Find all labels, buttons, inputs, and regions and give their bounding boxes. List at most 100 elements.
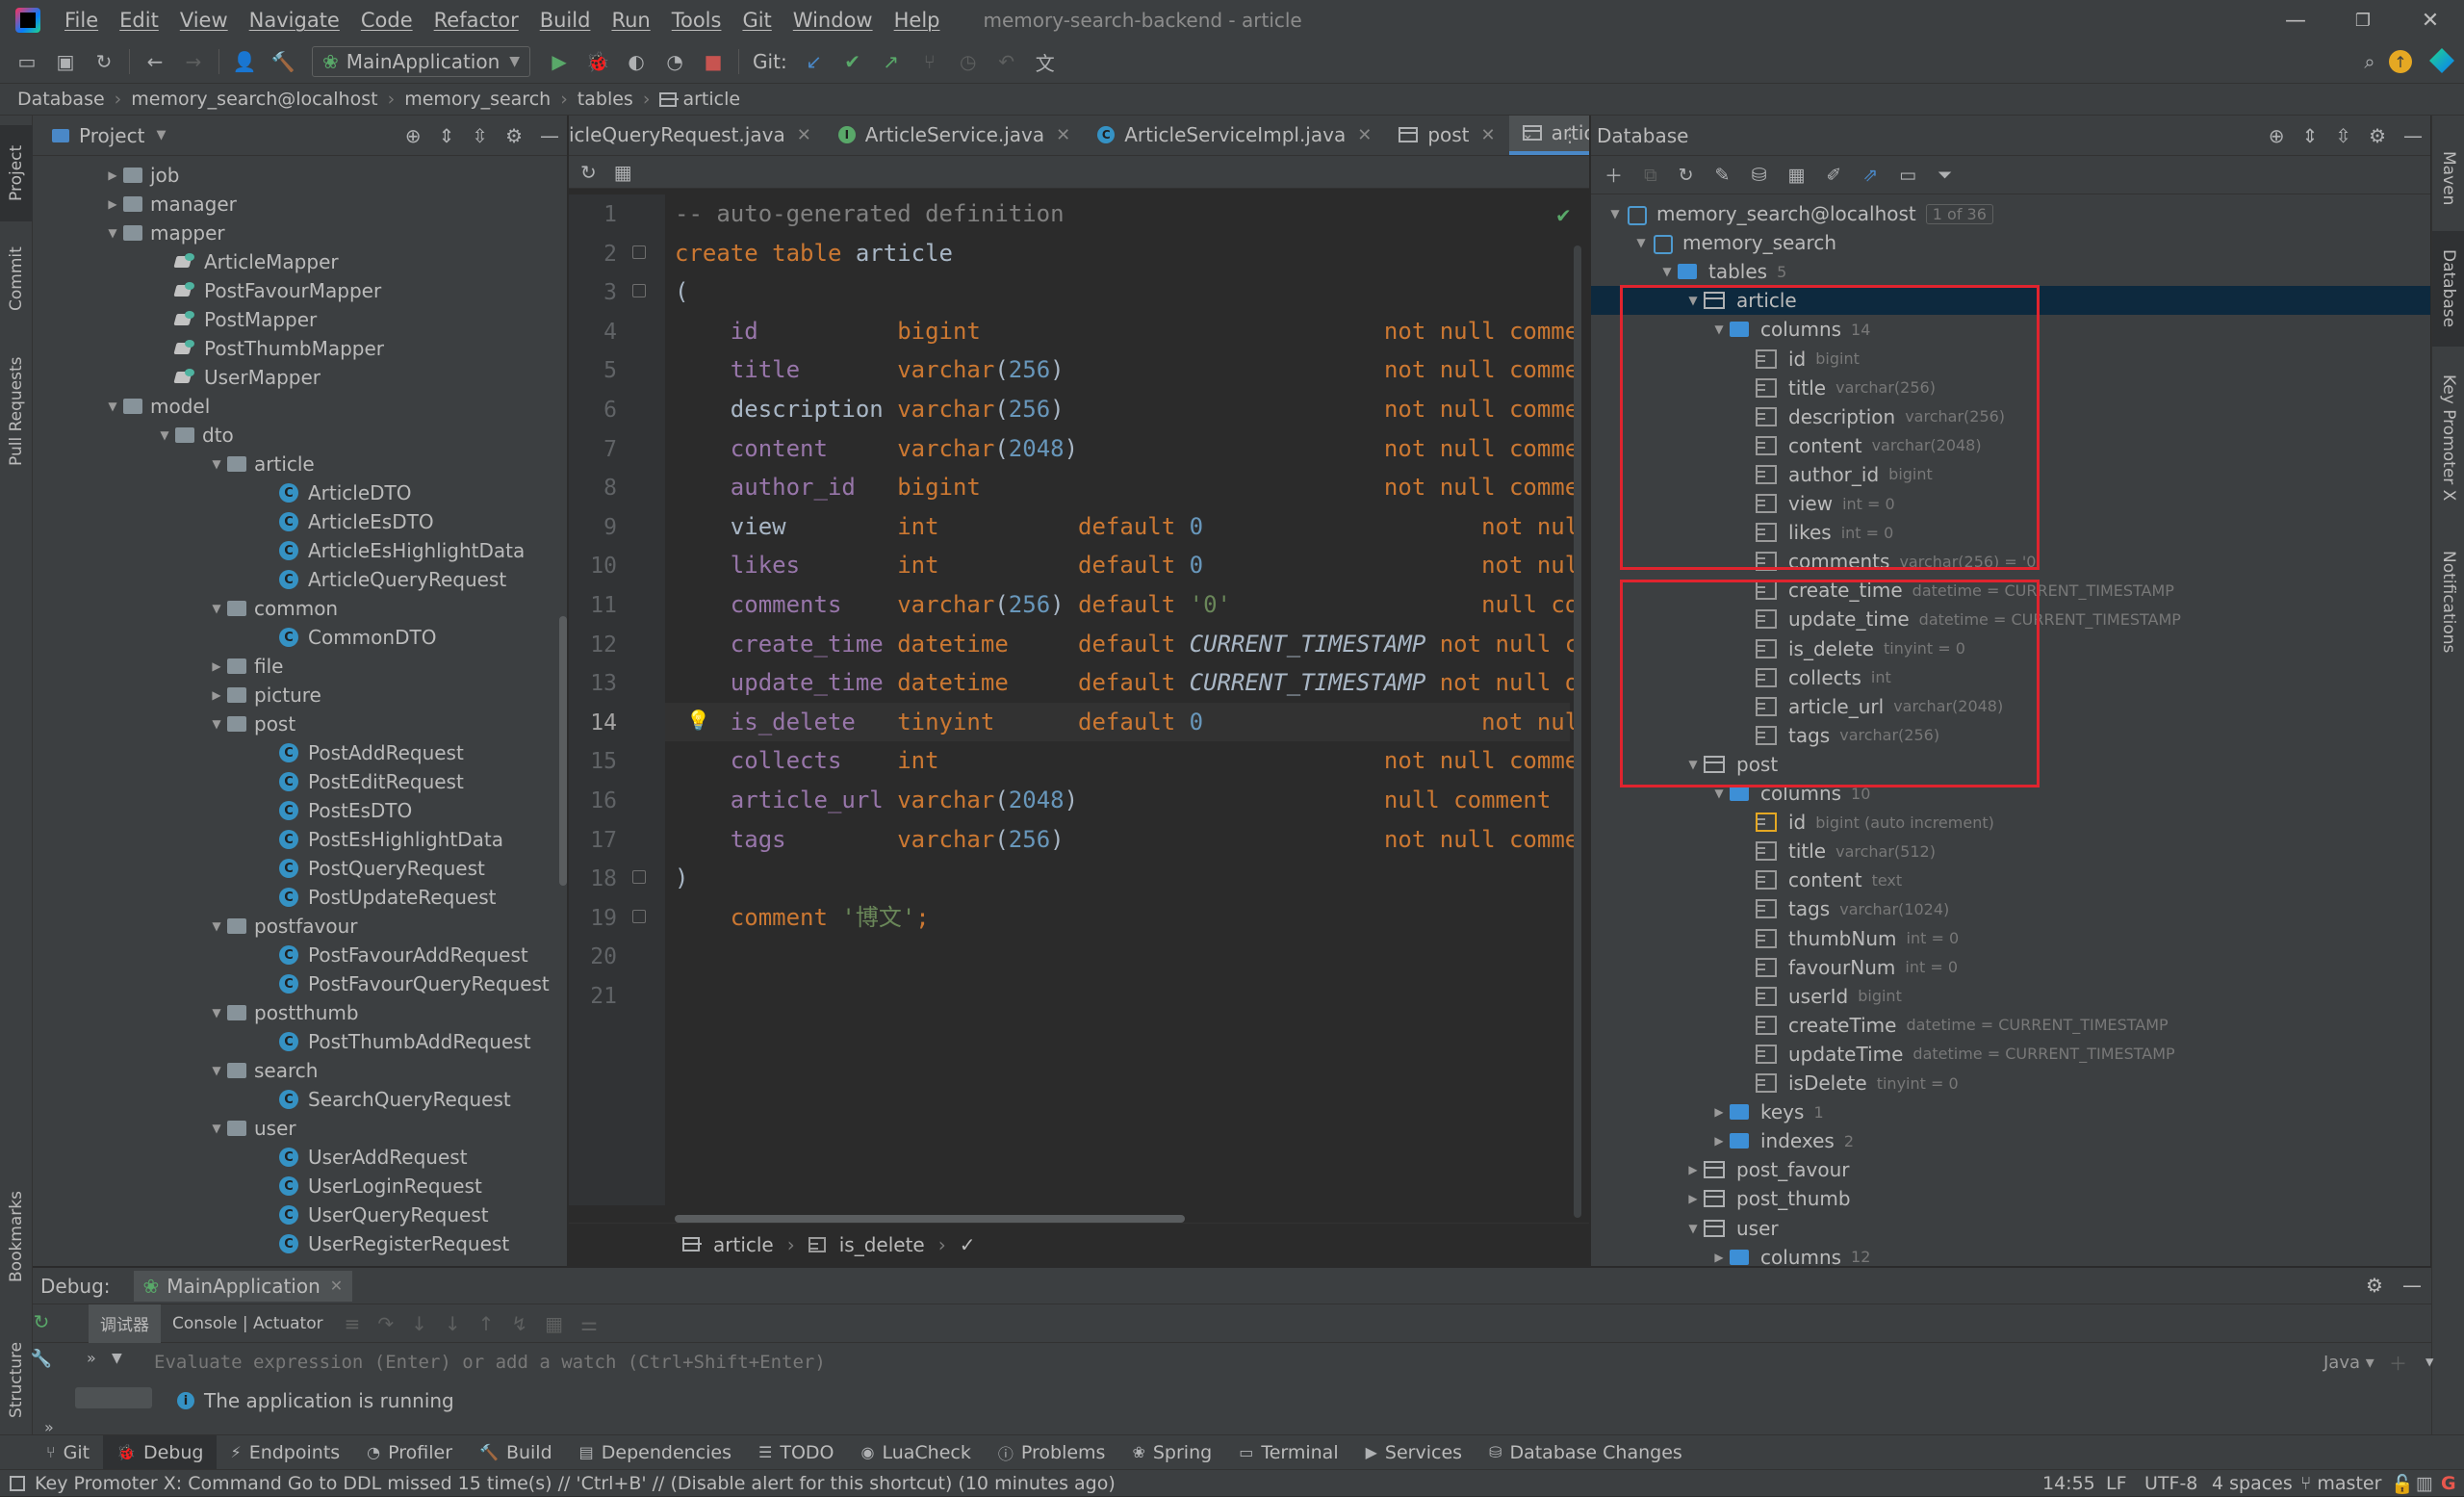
close-button[interactable]: ✕ [2397, 0, 2464, 40]
sync-icon[interactable]: ↻ [90, 47, 118, 76]
bottom-tab-terminal[interactable]: ▭ Terminal [1225, 1435, 1351, 1470]
google-icon[interactable]: G [2441, 1470, 2456, 1497]
chevron-down-icon[interactable]: ▼ [1682, 1222, 1704, 1235]
fold-marker-icon[interactable] [632, 245, 646, 259]
database-tree-item[interactable]: ▶ columns 12 [1591, 1243, 2430, 1266]
menu-run[interactable]: Run [601, 9, 660, 32]
editor-tab[interactable]: post ✕ [1385, 116, 1508, 155]
line-separator[interactable]: LF [2106, 1470, 2127, 1497]
project-tree-item[interactable]: C UserLoginRequest [33, 1172, 567, 1200]
breadcrumb-item[interactable]: article [682, 89, 740, 110]
editor-tab[interactable]: icleQueryRequest.java ✕ [569, 116, 825, 155]
table-view-icon[interactable]: ▦ [614, 161, 632, 184]
tool-tab-commit[interactable]: Commit [0, 231, 33, 327]
project-tree-item[interactable]: C PostEsHighlightData [33, 825, 567, 854]
collapse-all-icon[interactable]: ⇳ [2335, 124, 2351, 147]
database-tree-item[interactable]: createTime datetime = CURRENT_TIMESTAMP [1591, 1011, 2430, 1040]
chevron-right-icon[interactable]: ▶ [102, 168, 123, 182]
project-tree-item[interactable]: C ArticleEsHighlightData [33, 536, 567, 565]
chevron-down-icon[interactable]: ▼ [206, 602, 227, 615]
debug-session-tab[interactable]: ❀ MainApplication ✕ [133, 1270, 353, 1302]
hide-icon[interactable]: — [2402, 1274, 2422, 1297]
expand-all-icon[interactable]: ⇕ [439, 124, 455, 147]
chevron-down-icon[interactable]: ▼ [112, 1351, 122, 1366]
file-encoding[interactable]: UTF-8 [2144, 1470, 2197, 1497]
add-watch-icon[interactable]: ＋ [2389, 1350, 2407, 1376]
chevron-right-icon[interactable]: ▶ [206, 659, 227, 673]
git-push-icon[interactable]: ↗ [877, 47, 906, 76]
more-options-icon[interactable]: ⋮ [1560, 123, 1579, 146]
chevron-down-icon[interactable]: ▼ [206, 919, 227, 933]
close-tab-icon[interactable]: ✕ [1056, 125, 1070, 145]
database-tree-item[interactable]: ▼ user [1591, 1214, 2430, 1243]
database-tree-item[interactable]: title varchar(512) [1591, 837, 2430, 865]
menu-help[interactable]: Help [884, 9, 951, 32]
jump-to-source-icon[interactable]: ⇗ [1862, 165, 1878, 186]
save-icon[interactable]: ▣ [51, 47, 80, 76]
editor-crumb[interactable]: article [713, 1233, 774, 1256]
database-tree-item[interactable]: tags varchar(1024) [1591, 894, 2430, 923]
project-tree-item[interactable]: ▶ job [33, 161, 567, 190]
project-tree-item[interactable]: C UserQueryRequest [33, 1200, 567, 1229]
database-tree-item[interactable]: ▶ post_favour [1591, 1155, 2430, 1184]
frames-list[interactable] [75, 1387, 152, 1408]
menu-refactor[interactable]: Refactor [424, 9, 529, 32]
project-tree-item[interactable]: C PostEsDTO [33, 796, 567, 825]
filter-icon[interactable]: ⏷ [1938, 165, 1952, 186]
chevron-down-icon[interactable]: ▼ [154, 428, 175, 442]
bottom-tab-database-changes[interactable]: ⛁ Database Changes [1476, 1435, 1696, 1470]
project-tree-item[interactable]: ▼ postthumb [33, 998, 567, 1027]
coverage-icon[interactable]: ◐ [622, 47, 651, 76]
project-tree-item[interactable]: ▼ user [33, 1114, 567, 1143]
translate-icon[interactable]: 文 [1031, 47, 1060, 76]
project-tree-item[interactable]: C ArticleDTO [33, 478, 567, 507]
tool-tab-project[interactable]: Project [0, 125, 33, 221]
bottom-tab-git[interactable]: ⑂ Git [33, 1435, 103, 1470]
project-tree-item[interactable]: C PostQueryRequest [33, 854, 567, 883]
project-tree-item[interactable]: C ArticleQueryRequest [33, 565, 567, 594]
tool-tab-notifications[interactable]: Notifications [2432, 529, 2464, 674]
close-tab-icon[interactable]: ✕ [1357, 125, 1372, 145]
project-tree-item[interactable]: ArticleMapper [33, 247, 567, 276]
chevron-down-icon[interactable]: ▼ [156, 128, 166, 142]
refresh-icon[interactable]: ↻ [1679, 165, 1694, 186]
tool-tab-key-promoter[interactable]: Key Promoter X [2432, 356, 2464, 520]
project-tree-item[interactable]: C UserRegisterRequest [33, 1229, 567, 1258]
chevron-down-icon[interactable]: ▼ [2426, 1355, 2433, 1370]
chevron-down-icon[interactable]: ▼ [1708, 787, 1730, 800]
bottom-tab-profiler[interactable]: ◔ Profiler [353, 1435, 466, 1470]
project-tree-item[interactable]: PostMapper [33, 305, 567, 334]
project-tree-item[interactable]: C PostEditRequest [33, 767, 567, 796]
jetbrains-ai-icon[interactable] [2429, 48, 2454, 73]
fold-marker-icon[interactable] [632, 909, 646, 923]
bottom-tab-todo[interactable]: ☰ TODO [745, 1435, 848, 1470]
close-icon[interactable]: ✕ [330, 1277, 343, 1295]
code-area[interactable]: -- auto-generated definition create table… [675, 194, 1579, 1205]
project-tree-item[interactable]: ▼ postfavour [33, 912, 567, 941]
tool-tab-bookmarks[interactable]: Bookmarks [0, 1174, 33, 1300]
git-branch-widget[interactable]: ⑂ master [2300, 1470, 2381, 1497]
bottom-tab-luacheck[interactable]: ◉ LuaCheck [848, 1435, 985, 1470]
gear-icon[interactable]: ⚙ [2366, 1274, 2383, 1297]
locate-icon[interactable]: ⊕ [2269, 124, 2285, 147]
lightbulb-icon[interactable]: 💡 [686, 709, 710, 732]
project-tree-item[interactable]: ▼ article [33, 450, 567, 478]
bottom-tab-dependencies[interactable]: ▤ Dependencies [566, 1435, 745, 1470]
chevron-down-icon[interactable]: ▼ [102, 400, 123, 413]
build-hammer-icon[interactable]: 🔨 [269, 47, 297, 76]
tool-tab-pull-requests[interactable]: Pull Requests [0, 339, 33, 483]
indent-setting[interactable]: 4 spaces [2212, 1470, 2293, 1497]
menu-edit[interactable]: Edit [109, 9, 169, 32]
chevron-down-icon[interactable]: ⌄ [1522, 125, 1534, 142]
restore-button[interactable]: ❐ [2329, 0, 2397, 40]
tool-tab-structure[interactable]: Structure [0, 1317, 33, 1442]
tool-tab-database[interactable]: Database [2432, 231, 2464, 347]
chevron-right-icon[interactable]: ▶ [102, 197, 123, 211]
project-tree-item[interactable]: C ArticleEsDTO [33, 507, 567, 536]
memory-indicator-icon[interactable]: ▥ [2416, 1470, 2433, 1497]
git-update-icon[interactable]: ↙ [800, 47, 829, 76]
wrench-icon[interactable]: 🔧 [25, 1349, 58, 1369]
chevron-down-icon[interactable]: ▼ [1604, 207, 1626, 220]
expand-all-icon[interactable]: ⇕ [2302, 124, 2319, 147]
status-panel-icon[interactable] [10, 1475, 25, 1491]
